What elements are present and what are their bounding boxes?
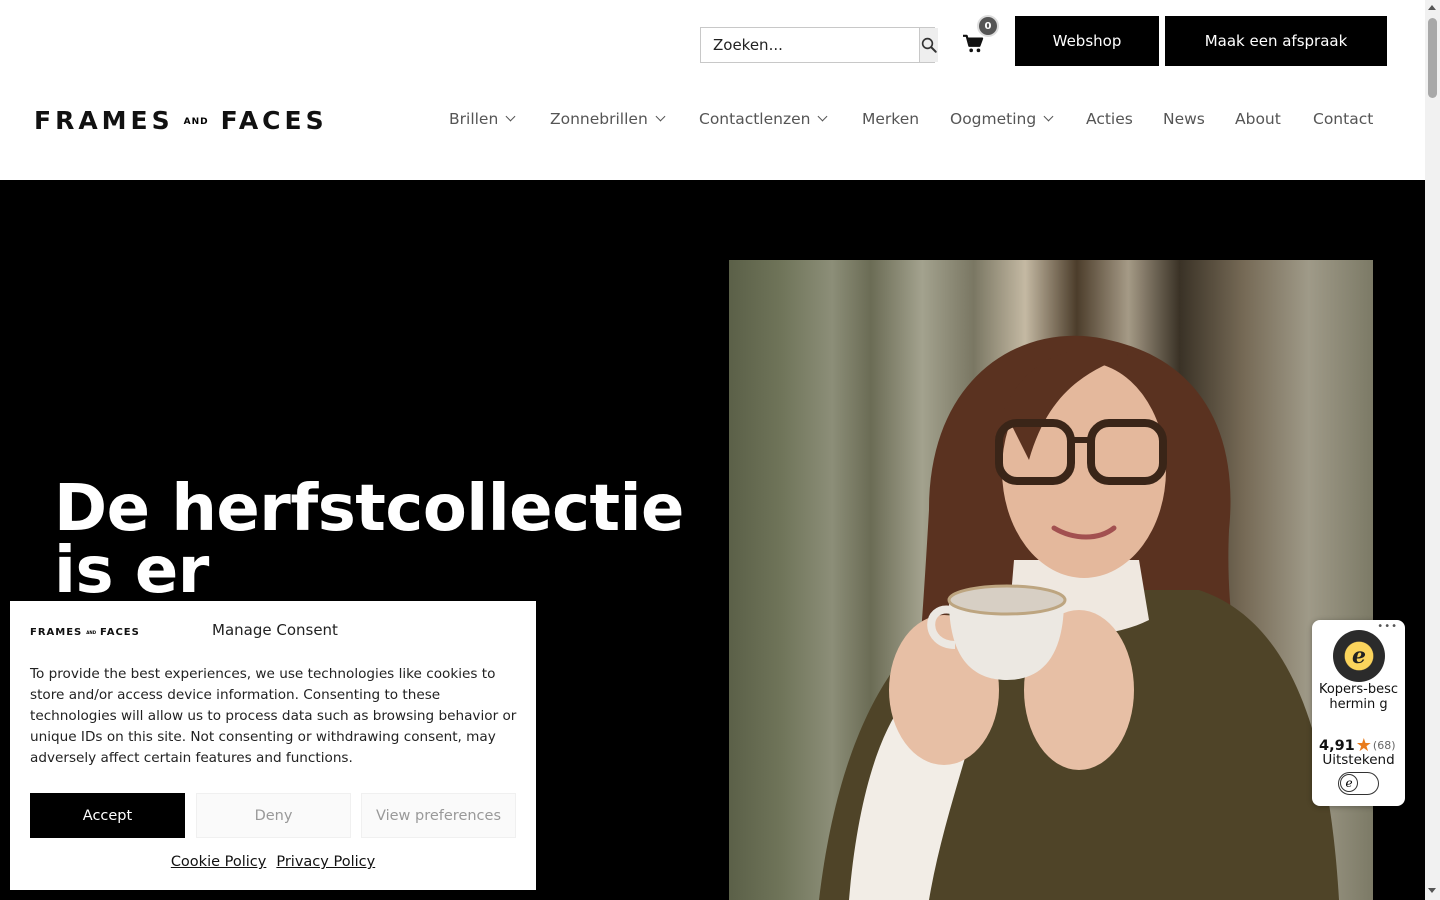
- site-header: 0 Webshop Maak een afspraak FRAMES AND F…: [0, 0, 1425, 180]
- chevron-down-icon: [655, 111, 666, 121]
- page-scrollbar[interactable]: [1425, 0, 1440, 900]
- cookie-policy-link[interactable]: Cookie Policy: [171, 854, 267, 870]
- chevron-down-icon: [1043, 111, 1054, 121]
- consent-text: To provide the best experiences, we use …: [30, 666, 517, 766]
- nav-item-oogmeting[interactable]: Oogmeting: [950, 110, 1054, 128]
- buyer-protection-label: Kopers-beschermin g: [1318, 682, 1399, 712]
- nav-item-contact[interactable]: Contact: [1313, 110, 1373, 128]
- logo-word-faces: FACES: [220, 105, 328, 135]
- accept-button[interactable]: Accept: [30, 793, 185, 838]
- nav-item-label: Contact: [1313, 110, 1374, 128]
- hero-title: De herfstcollectie is er: [54, 477, 714, 603]
- consent-links: Cookie Policy Privacy Policy: [10, 854, 536, 870]
- consent-logo-faces: FACES: [100, 627, 140, 638]
- cart-icon: [963, 34, 984, 53]
- make-appointment-button[interactable]: Maak een afspraak: [1165, 16, 1387, 66]
- scrollbar-thumb[interactable]: [1428, 18, 1437, 98]
- search-form: [700, 27, 938, 63]
- logo-word-and: AND: [183, 117, 209, 127]
- scroll-up-arrow-icon[interactable]: [1428, 5, 1436, 10]
- nav-item-about[interactable]: About: [1235, 110, 1281, 128]
- nav-item-label: Oogmeting: [950, 110, 1037, 128]
- cookie-consent-dialog: FRAMES AND FACES Manage Consent To provi…: [10, 601, 536, 890]
- webshop-button[interactable]: Webshop: [1015, 16, 1159, 66]
- consent-title: Manage Consent: [212, 621, 338, 639]
- hero-image: [729, 260, 1373, 900]
- search-button[interactable]: [919, 28, 938, 62]
- privacy-policy-link[interactable]: Privacy Policy: [276, 854, 375, 870]
- nav-item-label: News: [1163, 110, 1205, 128]
- nav-item-label: Brillen: [449, 110, 499, 128]
- hero-photo-illustration: [819, 335, 1339, 900]
- deny-button[interactable]: Deny: [196, 793, 351, 838]
- nav-item-label: Contactlenzen: [699, 110, 811, 128]
- trusted-shops-seal-letter: e: [1352, 643, 1366, 669]
- rating-count: (68): [1372, 739, 1396, 752]
- trusted-shops-seal-icon: e: [1333, 630, 1385, 682]
- nav-item-label: About: [1235, 110, 1281, 128]
- cart-button[interactable]: [962, 34, 986, 58]
- trusted-shops-e-icon: e: [1340, 774, 1358, 792]
- nav-item-label: Acties: [1086, 110, 1133, 128]
- scroll-down-arrow-icon[interactable]: [1428, 888, 1436, 893]
- consent-logo-frames: FRAMES: [30, 627, 83, 638]
- nav-item-acties[interactable]: Acties: [1086, 110, 1133, 128]
- chevron-down-icon: [818, 111, 828, 121]
- nav-item-label: Merken: [862, 110, 920, 128]
- site-logo[interactable]: FRAMES AND FACES: [34, 105, 328, 135]
- badge-toggle[interactable]: e: [1338, 772, 1379, 795]
- consent-logo-and: AND: [86, 630, 97, 635]
- more-options-icon[interactable]: •••: [1377, 621, 1398, 632]
- hero-title-line-2: is er: [54, 534, 209, 608]
- consent-logo: FRAMES AND FACES: [30, 627, 140, 638]
- nav-item-contactlenzen[interactable]: Contactlenzen: [699, 110, 828, 128]
- trusted-shops-badge[interactable]: ••• e Kopers-beschermin g 4,91 ★ (68) Ui…: [1312, 620, 1405, 806]
- nav-item-zonnebrillen[interactable]: Zonnebrillen: [550, 110, 666, 128]
- nav-item-label: Zonnebrillen: [550, 110, 648, 128]
- chevron-down-icon: [505, 111, 516, 121]
- view-preferences-button[interactable]: View preferences: [361, 793, 516, 838]
- rating-verdict: Uitstekend: [1322, 752, 1395, 768]
- cart-count-badge: 0: [979, 17, 997, 35]
- nav-item-news[interactable]: News: [1163, 110, 1205, 128]
- logo-word-frames: FRAMES: [34, 105, 174, 135]
- search-icon: [921, 37, 937, 53]
- nav-item-brillen[interactable]: Brillen: [449, 110, 516, 128]
- nav-item-merken[interactable]: Merken: [862, 110, 919, 128]
- search-input[interactable]: [701, 28, 919, 62]
